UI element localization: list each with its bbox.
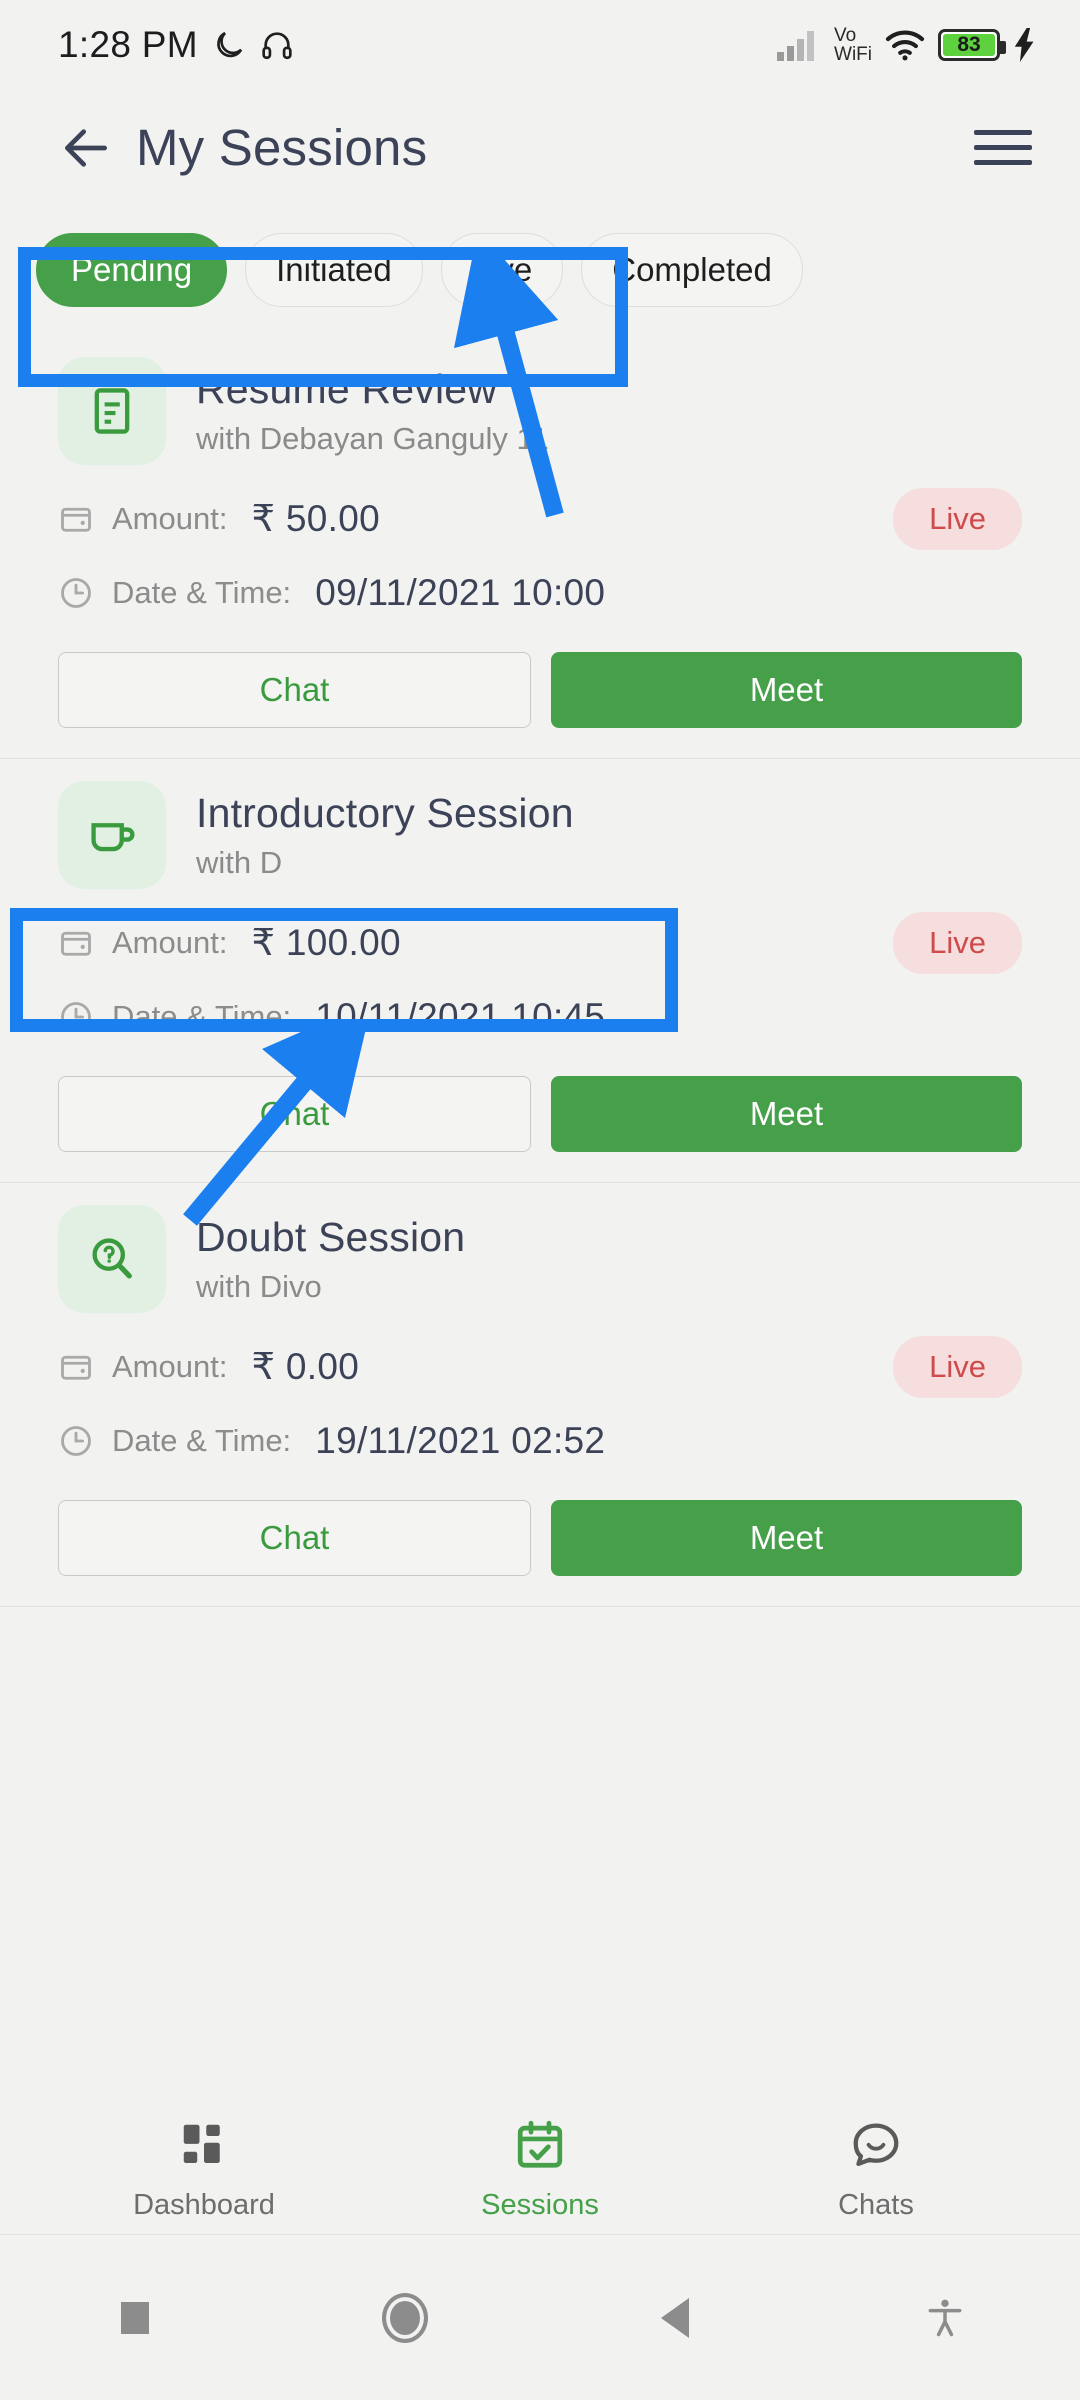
nav-item-dashboard[interactable]: Dashboard xyxy=(36,2118,372,2222)
charging-bolt-icon xyxy=(1012,28,1038,62)
hamburger-line xyxy=(974,145,1032,150)
session-actions: Chat Meet xyxy=(58,1076,1022,1152)
datetime-label: Date & Time: xyxy=(112,1423,292,1458)
datetime-value: 10/11/2021 10:45 xyxy=(315,996,606,1037)
status-badge: Live xyxy=(893,487,1022,550)
session-card[interactable]: Resume Review with Debayan Ganguly 11 Am… xyxy=(0,335,1080,759)
session-card[interactable]: Introductory Session with D Amount: ₹ 10… xyxy=(0,759,1080,1183)
document-icon xyxy=(58,357,166,465)
session-actions: Chat Meet xyxy=(58,1500,1022,1576)
session-amount-row: Amount: ₹ 50.00 Live xyxy=(58,487,1022,550)
wallet-icon xyxy=(58,500,96,538)
battery-level: 83 xyxy=(957,33,981,56)
app-bar: My Sessions xyxy=(0,90,1080,205)
tab-initiated[interactable]: Initiated xyxy=(245,233,423,307)
home-circle-icon[interactable] xyxy=(270,2292,540,2343)
status-bar-right: Vo WiFi 83 xyxy=(776,26,1038,64)
moon-icon xyxy=(212,28,246,62)
headphones-icon xyxy=(260,28,294,62)
back-arrow-icon[interactable] xyxy=(58,120,114,176)
amount-value: ₹ 50.00 xyxy=(251,498,380,539)
tab-completed[interactable]: Completed xyxy=(581,233,803,307)
amount-label: Amount: xyxy=(112,500,228,536)
meet-button[interactable]: Meet xyxy=(551,652,1022,728)
wifi-icon xyxy=(884,28,926,62)
session-subtitle: with Divo xyxy=(196,1268,322,1304)
hamburger-menu-icon[interactable] xyxy=(974,130,1032,165)
session-datetime-row: Date & Time: 10/11/2021 10:45 xyxy=(58,996,1022,1038)
session-datetime-row: Date & Time: 19/11/2021 02:52 xyxy=(58,1420,1022,1462)
status-badge: Live xyxy=(893,1335,1022,1398)
session-subtitle: with Debayan Ganguly 11 xyxy=(196,420,549,456)
question-search-icon xyxy=(58,1205,166,1313)
session-title: Introductory Session xyxy=(196,789,574,836)
session-card-titles: Resume Review with Debayan Ganguly 11 xyxy=(196,366,549,457)
chat-button[interactable]: Chat xyxy=(58,1076,531,1152)
amount-label: Amount: xyxy=(112,924,228,960)
datetime-value: 19/11/2021 02:52 xyxy=(315,1420,606,1461)
grid-dashboard-icon xyxy=(177,2118,231,2177)
wallet-icon xyxy=(58,924,96,962)
calendar-check-icon xyxy=(513,2118,567,2177)
session-card-header: Doubt Session with Divo xyxy=(58,1205,1022,1313)
nav-item-sessions[interactable]: Sessions xyxy=(372,2118,708,2222)
page-title: My Sessions xyxy=(136,119,428,176)
nav-label-sessions: Sessions xyxy=(481,2188,599,2221)
session-datetime-row: Date & Time: 09/11/2021 10:00 xyxy=(58,572,1022,614)
meet-button[interactable]: Meet xyxy=(551,1500,1022,1576)
tab-pending[interactable]: Pending xyxy=(36,233,228,307)
vowifi-label-top: Vo xyxy=(834,25,857,46)
android-system-navigation xyxy=(0,2235,1080,2400)
datetime-label: Date & Time: xyxy=(112,999,292,1034)
vowifi-icon: Vo WiFi xyxy=(834,26,872,64)
tab-live[interactable]: Live xyxy=(440,233,564,307)
nav-label-dashboard: Dashboard xyxy=(133,2188,275,2221)
status-bar: 1:28 PM Vo WiFi 83 xyxy=(0,0,1080,90)
accessibility-icon[interactable] xyxy=(810,2295,1080,2341)
datetime-value: 09/11/2021 10:00 xyxy=(315,572,606,613)
status-badge: Live xyxy=(893,911,1022,974)
recents-square-icon[interactable] xyxy=(0,2301,270,2334)
amount-label: Amount: xyxy=(112,1348,228,1384)
status-bar-left: 1:28 PM xyxy=(58,24,294,66)
hamburger-line xyxy=(974,130,1032,135)
session-card-header: Resume Review with Debayan Ganguly 11 xyxy=(58,357,1022,465)
session-card-titles: Introductory Session with D xyxy=(196,790,574,881)
session-card-titles: Doubt Session with Divo xyxy=(196,1214,465,1305)
clock-icon xyxy=(58,1422,96,1460)
chat-button[interactable]: Chat xyxy=(58,652,531,728)
amount-value: ₹ 100.00 xyxy=(251,922,401,963)
session-subtitle: with D xyxy=(196,844,283,880)
status-bar-clock: 1:28 PM xyxy=(58,24,198,65)
coffee-cup-icon xyxy=(58,781,166,889)
vowifi-label-bottom: WiFi xyxy=(834,44,872,65)
session-title: Resume Review xyxy=(196,365,498,412)
session-amount-row: Amount: ₹ 100.00 Live xyxy=(58,911,1022,974)
nav-item-chats[interactable]: Chats xyxy=(708,2118,1044,2222)
hamburger-line xyxy=(974,160,1032,165)
clock-icon xyxy=(58,998,96,1036)
battery-icon: 83 xyxy=(938,29,1006,61)
amount-value: ₹ 0.00 xyxy=(251,1346,360,1387)
signal-bars-icon xyxy=(776,28,822,62)
session-title: Doubt Session xyxy=(196,1213,466,1260)
session-actions: Chat Meet xyxy=(58,652,1022,728)
session-card[interactable]: Doubt Session with Divo Amount: ₹ 0.00 L… xyxy=(0,1183,1080,1607)
clock-icon xyxy=(58,574,96,612)
back-triangle-icon[interactable] xyxy=(540,2297,810,2338)
wallet-icon xyxy=(58,1348,96,1386)
session-filter-tabs: Pending Initiated Live Completed xyxy=(0,205,1080,335)
chat-button[interactable]: Chat xyxy=(58,1500,531,1576)
chat-bubble-icon xyxy=(849,2118,903,2177)
bottom-navigation: Dashboard Sessions Chats xyxy=(0,2105,1080,2235)
datetime-label: Date & Time: xyxy=(112,575,292,610)
meet-button[interactable]: Meet xyxy=(551,1076,1022,1152)
nav-label-chats: Chats xyxy=(838,2188,914,2221)
session-amount-row: Amount: ₹ 0.00 Live xyxy=(58,1335,1022,1398)
session-card-header: Introductory Session with D xyxy=(58,781,1022,889)
